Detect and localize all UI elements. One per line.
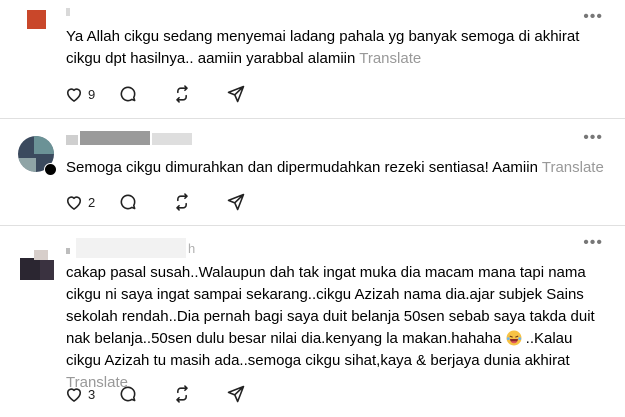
avatar-image: [20, 258, 40, 280]
like-button[interactable]: 9: [64, 82, 118, 106]
heart-icon: [66, 196, 82, 210]
verified-icon: [44, 163, 57, 176]
more-icon[interactable]: •••: [583, 9, 603, 25]
comment-icon: [120, 86, 136, 102]
username-blurred[interactable]: [66, 248, 70, 254]
translate-link[interactable]: Translate: [542, 159, 604, 176]
like-count: 2: [88, 194, 96, 210]
comment-2: ••• Semoga cikgu dimurahkan dan dipermud…: [0, 119, 625, 225]
comment-text: cakap pasal susah..Walaupun dah tak inga…: [66, 262, 606, 394]
repost-button[interactable]: [172, 82, 226, 106]
repost-button[interactable]: [172, 190, 226, 214]
repost-button[interactable]: [172, 382, 226, 406]
heart-icon: [66, 388, 82, 402]
like-button[interactable]: 2: [64, 190, 118, 214]
heart-icon: [66, 88, 82, 102]
action-bar: 3: [64, 382, 280, 406]
share-icon: [227, 193, 245, 211]
username-blurred[interactable]: [80, 131, 150, 145]
laughing-tear-emoji: [506, 330, 521, 346]
translate-link[interactable]: Translate: [359, 50, 421, 67]
comment-text: Ya Allah cikgu sedang menyemai ladang pa…: [66, 26, 611, 70]
action-bar: 2: [64, 190, 280, 214]
repost-icon: [176, 85, 188, 103]
share-button[interactable]: [226, 190, 280, 214]
reply-button[interactable]: [118, 82, 172, 106]
more-icon[interactable]: •••: [583, 130, 603, 146]
reply-button[interactable]: [118, 190, 172, 214]
share-icon: [227, 385, 245, 403]
comment-1: ••• Ya Allah cikgu sedang menyemai ladan…: [0, 0, 625, 118]
timestamp: h: [188, 241, 196, 256]
repost-icon: [176, 193, 188, 211]
timestamp-blurred: [152, 133, 192, 145]
reply-button[interactable]: [118, 382, 172, 406]
share-button[interactable]: [226, 82, 280, 106]
share-button[interactable]: [226, 382, 280, 406]
like-button[interactable]: 3: [64, 382, 118, 406]
avatar-image: [27, 10, 46, 29]
repost-icon: [176, 385, 188, 403]
more-icon[interactable]: •••: [583, 235, 603, 251]
username-blurred[interactable]: [66, 135, 78, 145]
share-icon: [227, 85, 245, 103]
like-count: 9: [88, 86, 96, 102]
username-blurred[interactable]: [66, 8, 70, 16]
action-bar: 9: [64, 82, 280, 106]
comment-body: Ya Allah cikgu sedang menyemai ladang pa…: [66, 28, 580, 67]
avatar[interactable]: [22, 6, 52, 34]
comment-text: Semoga cikgu dimurahkan dan dipermudahka…: [66, 157, 611, 179]
comment-3: h ••• cakap pasal susah..Walaupun dah ta…: [0, 226, 625, 417]
comment-icon: [120, 194, 136, 210]
comment-body: Semoga cikgu dimurahkan dan dipermudahka…: [66, 159, 538, 176]
avatar[interactable]: [20, 250, 54, 280]
username-blurred[interactable]: [76, 238, 186, 258]
comment-icon: [120, 386, 136, 402]
like-count: 3: [88, 386, 96, 402]
